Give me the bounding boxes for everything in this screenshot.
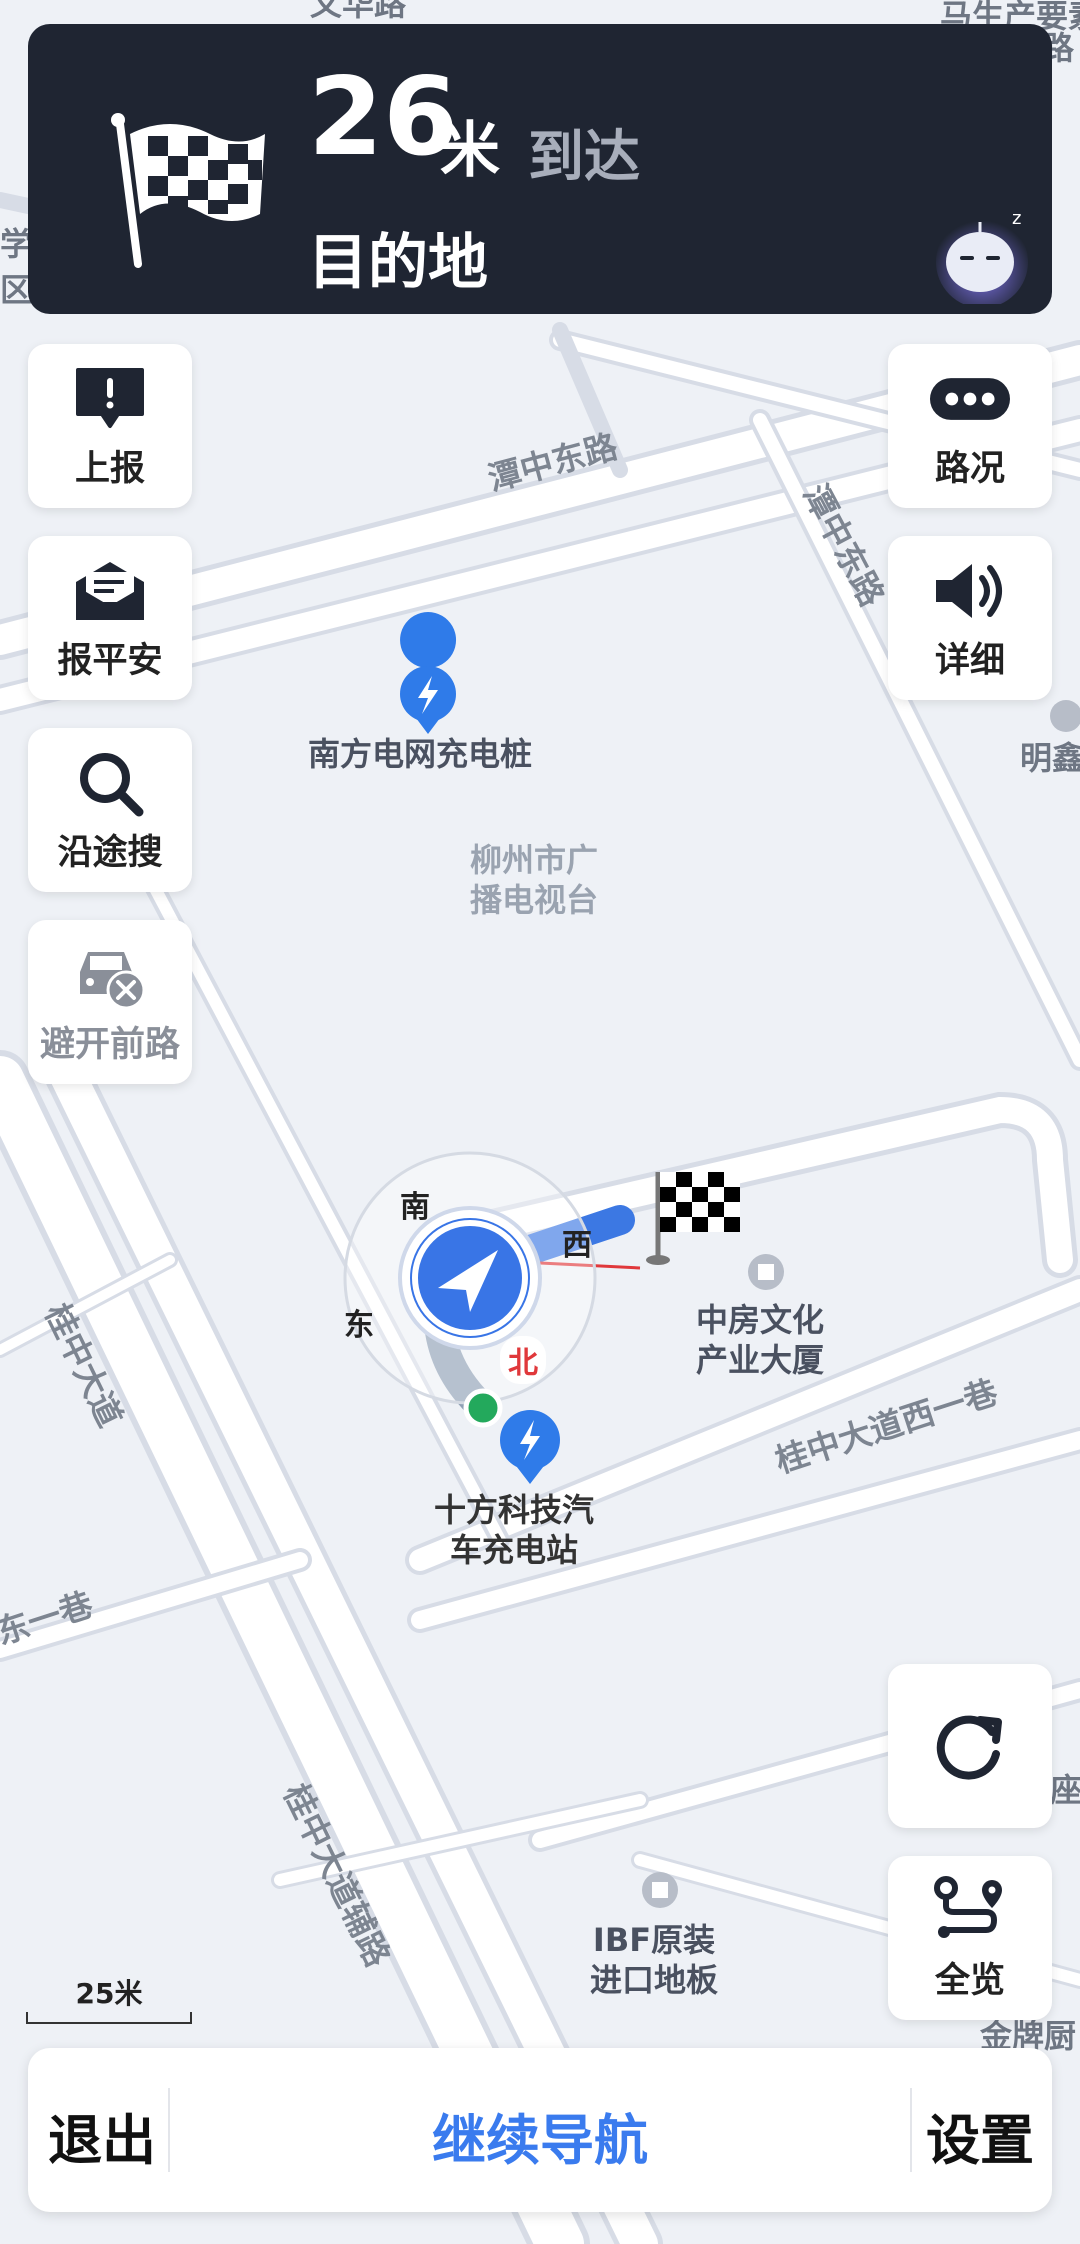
settings-button[interactable]: 设置: [926, 2096, 1034, 2175]
scale-bar: [26, 2012, 192, 2024]
report-button[interactable]: 上报: [28, 344, 192, 508]
overview-button[interactable]: 全览: [888, 1856, 1052, 2020]
map-top-label-1: 义华路: [310, 0, 407, 23]
destination-label: 目的地: [308, 228, 488, 298]
compass-south: 南: [400, 1190, 430, 1225]
avoid-car-icon: [70, 938, 150, 1012]
compass-east: 东: [344, 1308, 374, 1343]
traffic-button[interactable]: 路况: [888, 344, 1052, 508]
traffic-dots-icon: [930, 362, 1010, 436]
poi-label-shifang-charging-station: 十方科技汽 车充电站: [434, 1491, 595, 1569]
poi-label-liuzhou-broadcast: 柳州市广 播电视台: [470, 841, 599, 919]
route-overview-icon: [930, 1874, 1010, 1948]
scale-label: 25米: [75, 1977, 143, 2010]
distance-unit: 米: [440, 116, 500, 186]
navigation-banner: 26 米 到达 目的地 z: [28, 24, 1052, 314]
compass-north: 北: [500, 1336, 546, 1384]
poi-label-csg-charging: 南方电网充电桩: [308, 735, 533, 773]
map-side-label-3: 座: [1050, 1771, 1080, 1809]
report-label: 上报: [74, 448, 145, 489]
poi-label-mingxin: 明鑫: [1020, 739, 1080, 777]
compass-west: 西: [562, 1228, 592, 1263]
safety-envelope-icon: [70, 554, 150, 628]
safety-report-label: 报平安: [57, 640, 163, 681]
distance-value: 26: [308, 55, 459, 180]
search-along-route-button[interactable]: 沿途搜: [28, 728, 192, 892]
speaker-icon: [930, 554, 1010, 628]
voice-assistant-icon[interactable]: z: [932, 204, 1032, 304]
report-icon: [70, 362, 150, 436]
refresh-icon: [930, 1709, 1010, 1783]
svg-text:z: z: [1012, 208, 1021, 229]
overview-label: 全览: [934, 1960, 1005, 2001]
arrive-label: 到达: [528, 125, 640, 190]
refresh-route-button[interactable]: [888, 1664, 1052, 1828]
map-scale: 25米: [26, 1972, 192, 2024]
search-along-route-label: 沿途搜: [57, 832, 163, 873]
poi-label-zhongfang-building: 中房文化 产业大厦: [696, 1301, 825, 1379]
divider: [910, 2088, 912, 2172]
search-icon: [70, 746, 150, 820]
avoid-road-ahead-label: 避开前路: [39, 1024, 180, 1065]
traffic-label: 路况: [934, 448, 1005, 489]
safety-report-button[interactable]: 报平安: [28, 536, 192, 700]
poi-label-ibf-flooring: IBF原装 进口地板: [590, 1921, 719, 1999]
bottom-action-bar: 退出 继续导航 设置: [28, 2048, 1052, 2212]
exit-button[interactable]: 退出: [48, 2096, 156, 2175]
avoid-road-ahead-button[interactable]: 避开前路: [28, 920, 192, 1084]
continue-navigation-button[interactable]: 继续导航: [168, 2096, 912, 2175]
voice-detail-label: 详细: [934, 640, 1005, 681]
checkered-flag-icon: [111, 113, 265, 268]
voice-detail-button[interactable]: 详细: [888, 536, 1052, 700]
